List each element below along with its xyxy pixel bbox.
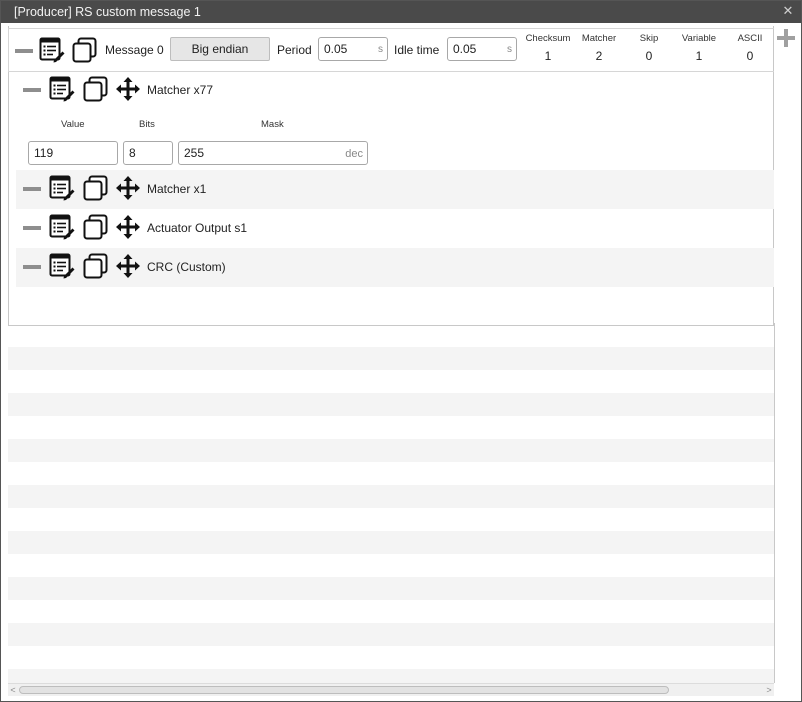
idle-time-input[interactable]: 0.05 s bbox=[447, 37, 517, 61]
idle-time-label: Idle time bbox=[394, 43, 440, 57]
window-content: Message 0 Big endian Period 0.05 s Idle … bbox=[1, 23, 801, 701]
scrollbar-thumb[interactable] bbox=[19, 686, 669, 694]
empty-row-stripe bbox=[8, 623, 774, 646]
idle-time-value: 0.05 bbox=[453, 42, 477, 56]
collapse-item-minus-icon[interactable] bbox=[23, 187, 41, 191]
list-edit-icon[interactable] bbox=[49, 76, 75, 102]
item-label: CRC (Custom) bbox=[147, 260, 226, 274]
stat-variable-label: Variable bbox=[681, 33, 717, 44]
copy-icon[interactable] bbox=[83, 76, 109, 102]
copy-icon[interactable] bbox=[72, 37, 98, 63]
message-header: Message 0 Big endian Period 0.05 s Idle … bbox=[8, 28, 774, 72]
stat-skip-label: Skip bbox=[639, 33, 659, 44]
window-title: [Producer] RS custom message 1 bbox=[14, 5, 201, 19]
add-message-plus-icon[interactable] bbox=[775, 27, 797, 49]
producer-window: [Producer] RS custom message 1 ✕ Message… bbox=[0, 0, 802, 702]
bits-field-label: Bits bbox=[139, 119, 155, 130]
collapse-item-minus-icon[interactable] bbox=[23, 226, 41, 230]
stat-checksum-value: 1 bbox=[544, 49, 552, 63]
collapse-item-minus-icon[interactable] bbox=[23, 88, 41, 92]
move-icon[interactable] bbox=[115, 214, 141, 240]
item-label: Matcher x77 bbox=[147, 83, 214, 97]
copy-icon[interactable] bbox=[83, 253, 109, 279]
move-icon[interactable] bbox=[115, 76, 141, 102]
scroll-right-icon[interactable]: > bbox=[764, 684, 774, 696]
collapse-item-minus-icon[interactable] bbox=[23, 265, 41, 269]
stat-ascii-value: 0 bbox=[746, 49, 754, 63]
stat-variable-value: 1 bbox=[695, 49, 703, 63]
stat-checksum-label: Checksum bbox=[525, 33, 571, 44]
bits-input-value: 8 bbox=[129, 146, 136, 160]
stat-matcher-value: 2 bbox=[595, 49, 603, 63]
empty-row-stripe bbox=[8, 531, 774, 554]
list-edit-icon[interactable] bbox=[49, 175, 75, 201]
scroll-left-icon[interactable]: < bbox=[8, 684, 18, 696]
bits-input[interactable]: 8 bbox=[123, 141, 173, 165]
copy-icon[interactable] bbox=[83, 214, 109, 240]
period-input[interactable]: 0.05 s bbox=[318, 37, 388, 61]
item-label: Actuator Output s1 bbox=[147, 221, 248, 235]
mask-field-label: Mask bbox=[261, 119, 284, 130]
period-value: 0.05 bbox=[324, 42, 348, 56]
mask-input-value: 255 bbox=[184, 146, 205, 160]
horizontal-scrollbar[interactable]: < > bbox=[8, 683, 774, 696]
empty-row-stripe bbox=[8, 393, 774, 416]
move-icon[interactable] bbox=[115, 253, 141, 279]
item-label: Matcher x1 bbox=[147, 182, 207, 196]
empty-row-stripe bbox=[8, 577, 774, 600]
stat-ascii-label: ASCII bbox=[737, 33, 763, 44]
list-item: CRC (Custom) bbox=[16, 248, 774, 287]
move-icon[interactable] bbox=[115, 175, 141, 201]
period-unit: s bbox=[378, 44, 383, 55]
mask-input[interactable]: 255 dec bbox=[178, 141, 368, 165]
list-item: Matcher x77 Value Bits Mask 119 8 255 de… bbox=[16, 73, 774, 170]
list-edit-icon[interactable] bbox=[39, 37, 65, 63]
value-field-label: Value bbox=[61, 119, 85, 130]
list-edit-icon[interactable] bbox=[49, 253, 75, 279]
empty-list-area bbox=[8, 325, 774, 702]
copy-icon[interactable] bbox=[83, 175, 109, 201]
collapse-message-minus-icon[interactable] bbox=[15, 49, 33, 53]
big-endian-button[interactable]: Big endian bbox=[170, 37, 270, 61]
value-input-value: 119 bbox=[34, 146, 54, 160]
empty-row-stripe bbox=[8, 347, 774, 370]
message-label: Message 0 bbox=[105, 43, 164, 57]
panel-right-border bbox=[774, 323, 775, 683]
mask-unit: dec bbox=[345, 148, 363, 160]
title-bar[interactable]: [Producer] RS custom message 1 ✕ bbox=[1, 1, 801, 23]
list-item: Actuator Output s1 bbox=[16, 209, 774, 248]
list-edit-icon[interactable] bbox=[49, 214, 75, 240]
empty-row-stripe bbox=[8, 485, 774, 508]
stat-skip-value: 0 bbox=[645, 49, 653, 63]
idle-time-unit: s bbox=[507, 44, 512, 55]
stat-matcher-label: Matcher bbox=[581, 33, 617, 44]
list-item: Matcher x1 bbox=[16, 170, 774, 209]
value-input[interactable]: 119 bbox=[28, 141, 118, 165]
close-icon[interactable]: ✕ bbox=[781, 3, 795, 19]
period-label: Period bbox=[277, 43, 312, 57]
empty-row-stripe bbox=[8, 439, 774, 462]
